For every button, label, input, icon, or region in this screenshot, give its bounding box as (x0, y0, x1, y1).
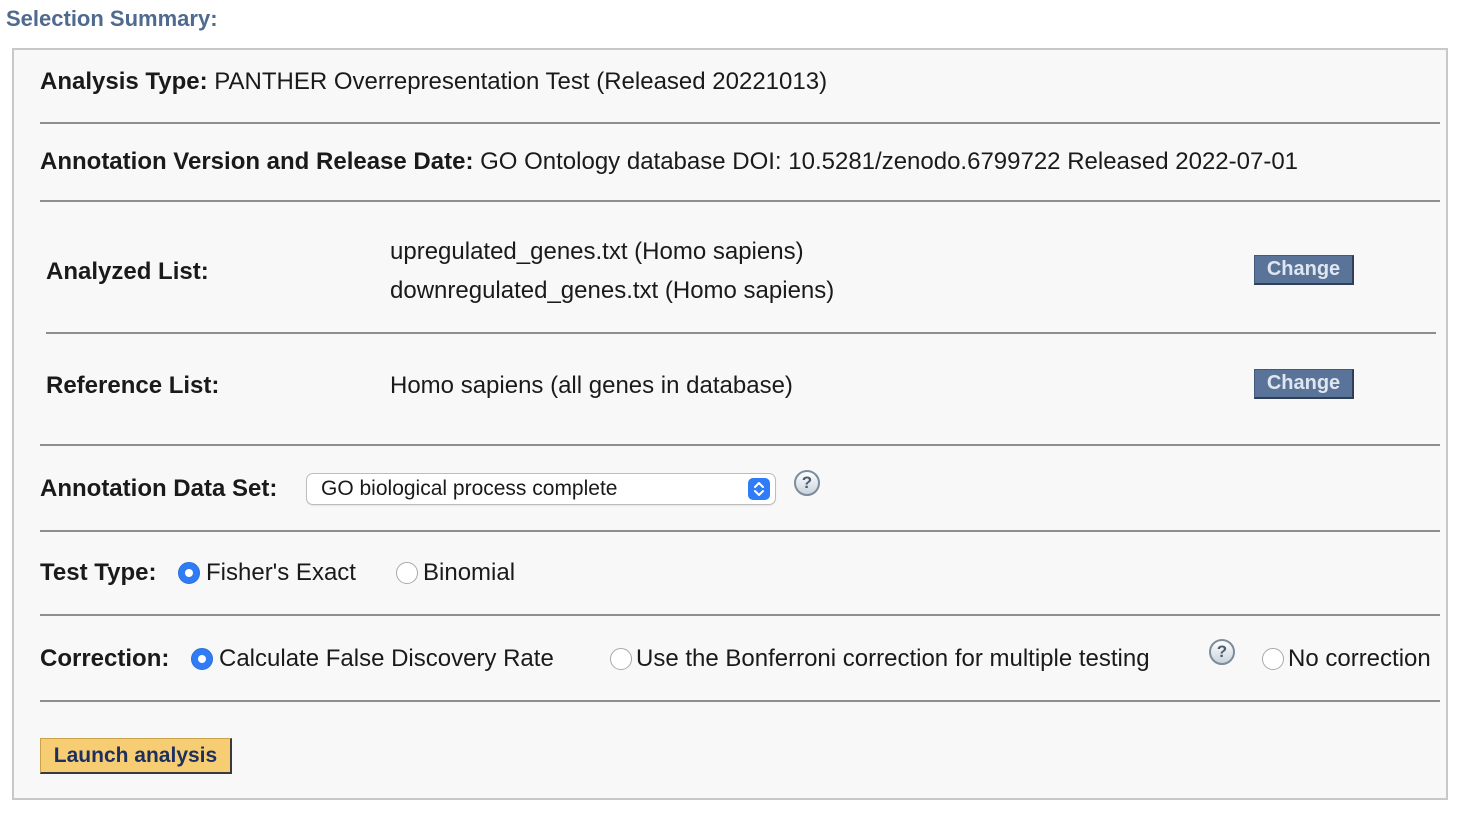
fishers-exact-label: Fisher's Exact (206, 559, 356, 586)
binomial-label: Binomial (423, 559, 516, 586)
launch-analysis-button[interactable]: Launch analysis (40, 738, 232, 774)
bonferroni-label: Use the Bonferroni correction for multip… (636, 645, 1150, 672)
radio-no-correction[interactable] (1262, 648, 1284, 670)
help-icon[interactable]: ? (1209, 639, 1235, 665)
divider (40, 700, 1440, 702)
annotation-version-value: GO Ontology database DOI: 10.5281/zenodo… (480, 148, 1299, 175)
radio-bonferroni[interactable] (610, 648, 632, 670)
reference-list-label: Reference List: (46, 372, 220, 399)
analysis-type-row: Analysis Type: PANTHER Overrepresentatio… (40, 68, 827, 96)
correction-label: Correction: (40, 645, 170, 672)
change-analyzed-list-button[interactable]: Change (1254, 255, 1354, 285)
false-discovery-rate-label: Calculate False Discovery Rate (219, 645, 554, 672)
radio-fishers-exact[interactable] (178, 562, 200, 584)
annotation-data-set-selected: GO biological process complete (321, 477, 618, 500)
no-correction-label: No correction (1288, 645, 1431, 672)
help-icon[interactable]: ? (794, 470, 820, 496)
analyzed-list-file: downregulated_genes.txt (Homo sapiens) (390, 277, 835, 304)
change-reference-list-button[interactable]: Change (1254, 369, 1354, 399)
selection-summary-panel: Analysis Type: PANTHER Overrepresentatio… (12, 48, 1448, 800)
annotation-data-set-select[interactable]: GO biological process complete (306, 473, 776, 505)
annotation-version-row: Annotation Version and Release Date: GO … (40, 148, 1298, 176)
test-type-label: Test Type: (40, 559, 157, 586)
divider (40, 122, 1440, 124)
chevron-up-down-icon (748, 478, 770, 500)
annotation-version-label: Annotation Version and Release Date: (40, 148, 474, 175)
annotation-data-set-label: Annotation Data Set: (40, 475, 278, 502)
divider (40, 530, 1440, 532)
divider (40, 444, 1440, 446)
analysis-type-label: Analysis Type: (40, 68, 208, 95)
radio-binomial[interactable] (396, 562, 418, 584)
analysis-type-value: PANTHER Overrepresentation Test (Release… (214, 68, 828, 95)
analyzed-list-file: upregulated_genes.txt (Homo sapiens) (390, 238, 804, 265)
analyzed-list-label: Analyzed List: (46, 258, 209, 285)
page-title: Selection Summary: (6, 6, 218, 31)
radio-false-discovery-rate[interactable] (191, 648, 213, 670)
divider (40, 200, 1440, 202)
divider (40, 614, 1440, 616)
reference-list-value: Homo sapiens (all genes in database) (390, 372, 793, 399)
divider (46, 332, 1436, 334)
